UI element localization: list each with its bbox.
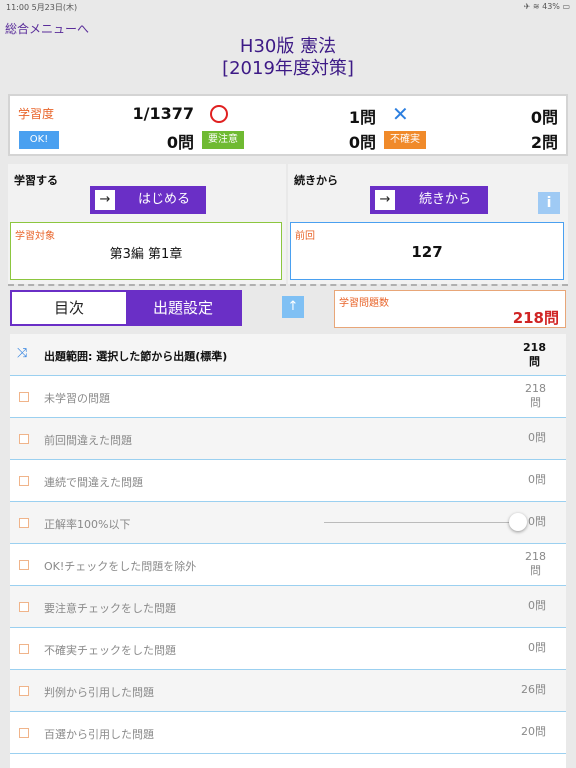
divider (8, 284, 568, 286)
tab-bar: 目次 出題設定 (10, 290, 242, 326)
checkbox[interactable] (19, 476, 29, 486)
list-item[interactable]: 未学習の問題 218 問 (10, 376, 566, 418)
checkbox[interactable] (19, 392, 29, 402)
previous-box[interactable]: 前回 127 (290, 222, 564, 280)
list-item-count: 218 問 (525, 382, 546, 409)
start-button[interactable]: → はじめる (90, 186, 206, 214)
header: 総合メニューへ H30版 憲法 [2019年度対策] (0, 14, 576, 90)
study-target-box[interactable]: 学習対象 第3編 第1章 (10, 222, 282, 280)
list-item[interactable]: 判例から引用した問題 26問 (10, 670, 566, 712)
progress-stats-panel: 学習度 1/1377 1問 ✕ 0問 OK! 0問 要注意 0問 不確実 2問 (8, 94, 568, 156)
resume-button[interactable]: → 続きから (370, 186, 488, 214)
arrow-right-icon: → (95, 190, 115, 210)
study-heading: 学習する (14, 174, 58, 187)
resume-heading: 続きから (294, 174, 338, 187)
question-count-label: 学習問題数 (339, 298, 389, 309)
list-item[interactable]: 不確実チェックをした問題 0問 (10, 628, 566, 670)
checkbox[interactable] (19, 602, 29, 612)
study-target-label: 学習対象 (15, 231, 55, 242)
page-subtitle: [2019年度対策] (222, 58, 354, 79)
tab-settings[interactable]: 出題設定 (126, 292, 240, 324)
status-bar: 11:00 5月23日(木) ✈ ≋ 43% ▭ (0, 0, 576, 14)
arrow-right-icon: → (375, 190, 395, 210)
filter-list: ⤨ 出題範囲: 選択した節から出題(標準) 218 問 未学習の問題 218 問前… (10, 334, 566, 768)
previous-value: 127 (411, 243, 443, 261)
attention-count: 0問 (348, 133, 376, 152)
list-item-count: 0問 (528, 641, 546, 654)
list-item-label: 百選から引用した問題 (44, 728, 154, 741)
correct-circle-icon (210, 105, 228, 123)
list-item-label: 不確実チェックをした問題 (44, 644, 176, 657)
checkbox[interactable] (19, 686, 29, 696)
list-item-label: 正解率100%以下 (44, 518, 131, 531)
wrong-cross-icon: ✕ (392, 102, 409, 126)
list-item[interactable]: 百選から引用した問題 20問 (10, 712, 566, 754)
scroll-up-button[interactable]: ↑ (282, 296, 304, 318)
list-item-count: 0問 (528, 431, 546, 444)
list-item[interactable]: 前回間違えた問題 0問 (10, 418, 566, 460)
progress-count: 1/1377 (132, 104, 194, 123)
checkbox[interactable] (19, 644, 29, 654)
shuffle-icon: ⤨ (17, 346, 28, 361)
accuracy-slider-track[interactable] (324, 522, 520, 523)
tab-index[interactable]: 目次 (12, 292, 126, 324)
stats-label: 学習度 (18, 107, 55, 121)
ok-count: 0問 (166, 133, 194, 152)
checkbox[interactable] (19, 560, 29, 570)
ok-chip[interactable]: OK! (19, 131, 59, 149)
list-item-label: 判例から引用した問題 (44, 686, 154, 699)
list-item-label: OK!チェックをした問題を除外 (44, 560, 197, 573)
list-item-label: 前回間違えた問題 (44, 434, 132, 447)
accuracy-slider-thumb[interactable] (509, 513, 527, 531)
list-item[interactable]: OK!チェックをした問題を除外 218 問 (10, 544, 566, 586)
list-item-count: 20問 (521, 725, 546, 738)
attention-chip[interactable]: 要注意 (202, 131, 244, 149)
question-count-box: 学習問題数 218問 (334, 290, 566, 328)
checkbox[interactable] (19, 728, 29, 738)
checkbox[interactable] (19, 434, 29, 444)
previous-label: 前回 (295, 231, 315, 242)
info-icon[interactable]: i (538, 192, 560, 214)
resume-panel: 続きから → 続きから i 前回 127 (288, 164, 568, 284)
status-time: 11:00 5月23日(木) (6, 3, 78, 12)
checkbox[interactable] (19, 518, 29, 528)
question-count-value: 218問 (512, 309, 559, 327)
status-indicators: ✈ ≋ 43% ▭ (523, 2, 570, 11)
list-item-label: 未学習の問題 (44, 392, 110, 405)
list-item[interactable]: 連続で間違えた問題 0問 (10, 460, 566, 502)
list-item-label: 連続で間違えた問題 (44, 476, 143, 489)
list-item-count: 218 問 (525, 550, 546, 577)
list-item-count: 0問 (528, 599, 546, 612)
list-item[interactable]: 要注意チェックをした問題 0問 (10, 586, 566, 628)
list-item-count: 0問 (528, 515, 546, 528)
resume-button-label: 続きから (418, 192, 471, 207)
list-item-count: 26問 (521, 683, 546, 696)
list-item[interactable]: 正解率100%以下 0問 (10, 502, 566, 544)
list-header-row[interactable]: ⤨ 出題範囲: 選択した節から出題(標準) 218 問 (10, 334, 566, 376)
uncertain-count: 2問 (530, 133, 558, 152)
study-panel: 学習する → はじめる 学習対象 第3編 第1章 (8, 164, 286, 284)
study-target-value: 第3編 第1章 (109, 247, 183, 262)
list-item-count: 0問 (528, 473, 546, 486)
range-value: 218 問 (523, 341, 546, 368)
wrong-count: 0問 (530, 108, 558, 127)
list-item-label: 要注意チェックをした問題 (44, 602, 176, 615)
range-label: 出題範囲: 選択した節から出題(標準) (44, 350, 228, 363)
uncertain-chip[interactable]: 不確実 (384, 131, 426, 149)
correct-count: 1問 (348, 108, 376, 127)
start-button-label: はじめる (137, 192, 190, 207)
